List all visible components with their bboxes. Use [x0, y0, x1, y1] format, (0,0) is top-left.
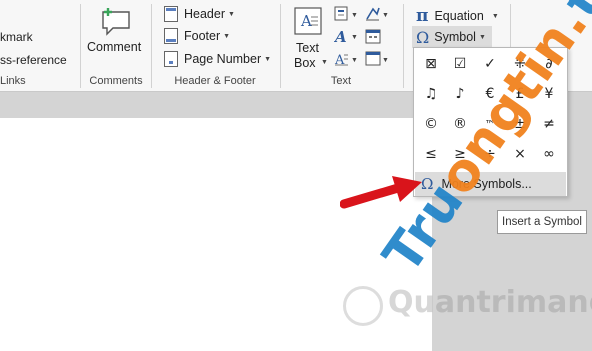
- comments-group-label: Comments: [89, 75, 143, 87]
- symbol-cell[interactable]: ≤: [418, 142, 444, 166]
- footer-label: Footer: [184, 29, 221, 43]
- calendar-icon: [365, 29, 381, 44]
- object-icon: ▼: [365, 51, 389, 66]
- quick-parts-button[interactable]: ▼: [334, 6, 362, 22]
- group-divider: [403, 4, 404, 88]
- pi-icon: π: [416, 6, 429, 26]
- arrow-pointer-icon: [340, 176, 422, 209]
- symbol-label: Symbol: [434, 30, 476, 44]
- drop-cap-icon: A ▼: [334, 53, 358, 68]
- symbol-cell[interactable]: ∞: [536, 142, 562, 166]
- svg-text:▼: ▼: [351, 34, 358, 41]
- comment-icon: [102, 8, 130, 36]
- symbol-cell[interactable]: ⊠: [418, 52, 444, 76]
- comment-label: Comment: [87, 40, 142, 54]
- tooltip: Insert a Symbol: [497, 210, 587, 234]
- wordart-icon: A ▼: [333, 28, 358, 46]
- chevron-down-icon: ▼: [264, 55, 272, 63]
- cross-reference-button[interactable]: ss-reference: [0, 53, 67, 67]
- insert-object-button[interactable]: ▼: [365, 51, 393, 67]
- new-comment-button[interactable]: Comment: [86, 4, 146, 64]
- chevron-down-icon: ▼: [223, 32, 231, 40]
- symbol-cell[interactable]: ®: [447, 112, 473, 136]
- header-label: Header: [184, 7, 225, 21]
- svg-text:▼: ▼: [351, 57, 358, 64]
- symbol-cell[interactable]: ♫: [418, 82, 444, 106]
- group-divider: [280, 4, 281, 88]
- more-symbols-button[interactable]: Ω More Symbols...: [415, 172, 566, 196]
- symbol-cell[interactable]: £: [507, 82, 533, 106]
- quick-parts-icon: ▼: [334, 6, 358, 21]
- page-number-label: Page Number: [184, 52, 262, 66]
- symbol-dropdown: ⊠ ☑ ✓ ⁜ ∂ ♫ ♪ € £ ¥ © ® ™ ± ≠ ≤ ≥ ÷ × ∞ …: [413, 47, 568, 197]
- symbol-cell[interactable]: ✓: [477, 52, 503, 76]
- symbol-button[interactable]: Ω Symbol ▼: [412, 26, 492, 48]
- symbol-cell[interactable]: ™: [477, 112, 503, 136]
- symbol-cell[interactable]: €: [477, 82, 503, 106]
- svg-text:A: A: [300, 12, 312, 30]
- text-group-label: Text: [330, 75, 352, 87]
- more-symbols-label: More Symbols...: [441, 177, 532, 191]
- header-button[interactable]: Header ▼: [164, 6, 235, 22]
- svg-text:A: A: [334, 28, 347, 44]
- symbol-cell[interactable]: ≠: [536, 112, 562, 136]
- symbol-cell[interactable]: ±: [507, 112, 533, 136]
- links-group-label: Links: [0, 75, 26, 87]
- date-time-button[interactable]: [365, 28, 385, 44]
- text-box-button[interactable]: A Text Box ▼: [288, 4, 328, 72]
- header-icon: [164, 6, 178, 22]
- chevron-down-icon: ▼: [491, 12, 499, 20]
- svg-text:▼: ▼: [351, 12, 358, 19]
- symbol-cell[interactable]: ×: [507, 142, 533, 166]
- footer-icon: [164, 28, 178, 44]
- header-footer-group-label: Header & Footer: [174, 75, 256, 87]
- symbol-cell[interactable]: ÷: [477, 142, 503, 166]
- symbol-cell[interactable]: ♪: [447, 82, 473, 106]
- symbol-cell[interactable]: ∂: [536, 52, 562, 76]
- symbol-cell[interactable]: ☑: [447, 52, 473, 76]
- symbol-cell[interactable]: ⁜: [507, 52, 533, 76]
- chevron-down-icon: ▼: [478, 33, 486, 41]
- wordart-button[interactable]: A ▼: [333, 28, 362, 46]
- drop-cap-button[interactable]: A ▼: [334, 51, 362, 68]
- watermark-logo-icon: [343, 286, 383, 326]
- chevron-down-icon: ▼: [228, 10, 235, 18]
- group-divider: [80, 4, 81, 88]
- group-divider: [151, 4, 152, 88]
- symbol-cell[interactable]: ¥: [536, 82, 562, 106]
- signature-line-button[interactable]: ▼: [365, 6, 393, 22]
- symbol-cell[interactable]: ©: [418, 112, 444, 136]
- symbol-cell[interactable]: ≥: [447, 142, 473, 166]
- svg-text:▼: ▼: [382, 12, 389, 19]
- chevron-down-icon: ▼: [321, 59, 328, 66]
- text-box-icon: A: [294, 7, 322, 35]
- svg-text:▼: ▼: [382, 57, 389, 64]
- text-box-label-line1: Text: [296, 41, 319, 55]
- page-number-icon: [164, 51, 178, 67]
- omega-icon: Ω: [416, 27, 430, 47]
- signature-line-icon: ▼: [366, 7, 389, 21]
- equation-label: Equation: [434, 9, 484, 23]
- equation-button[interactable]: π Equation ▼: [416, 6, 499, 26]
- footer-button[interactable]: Footer ▼: [164, 28, 230, 44]
- text-box-label-line2: Box: [294, 56, 316, 70]
- bookmark-button[interactable]: kmark: [0, 30, 33, 44]
- page-number-button[interactable]: Page Number ▼: [164, 51, 271, 67]
